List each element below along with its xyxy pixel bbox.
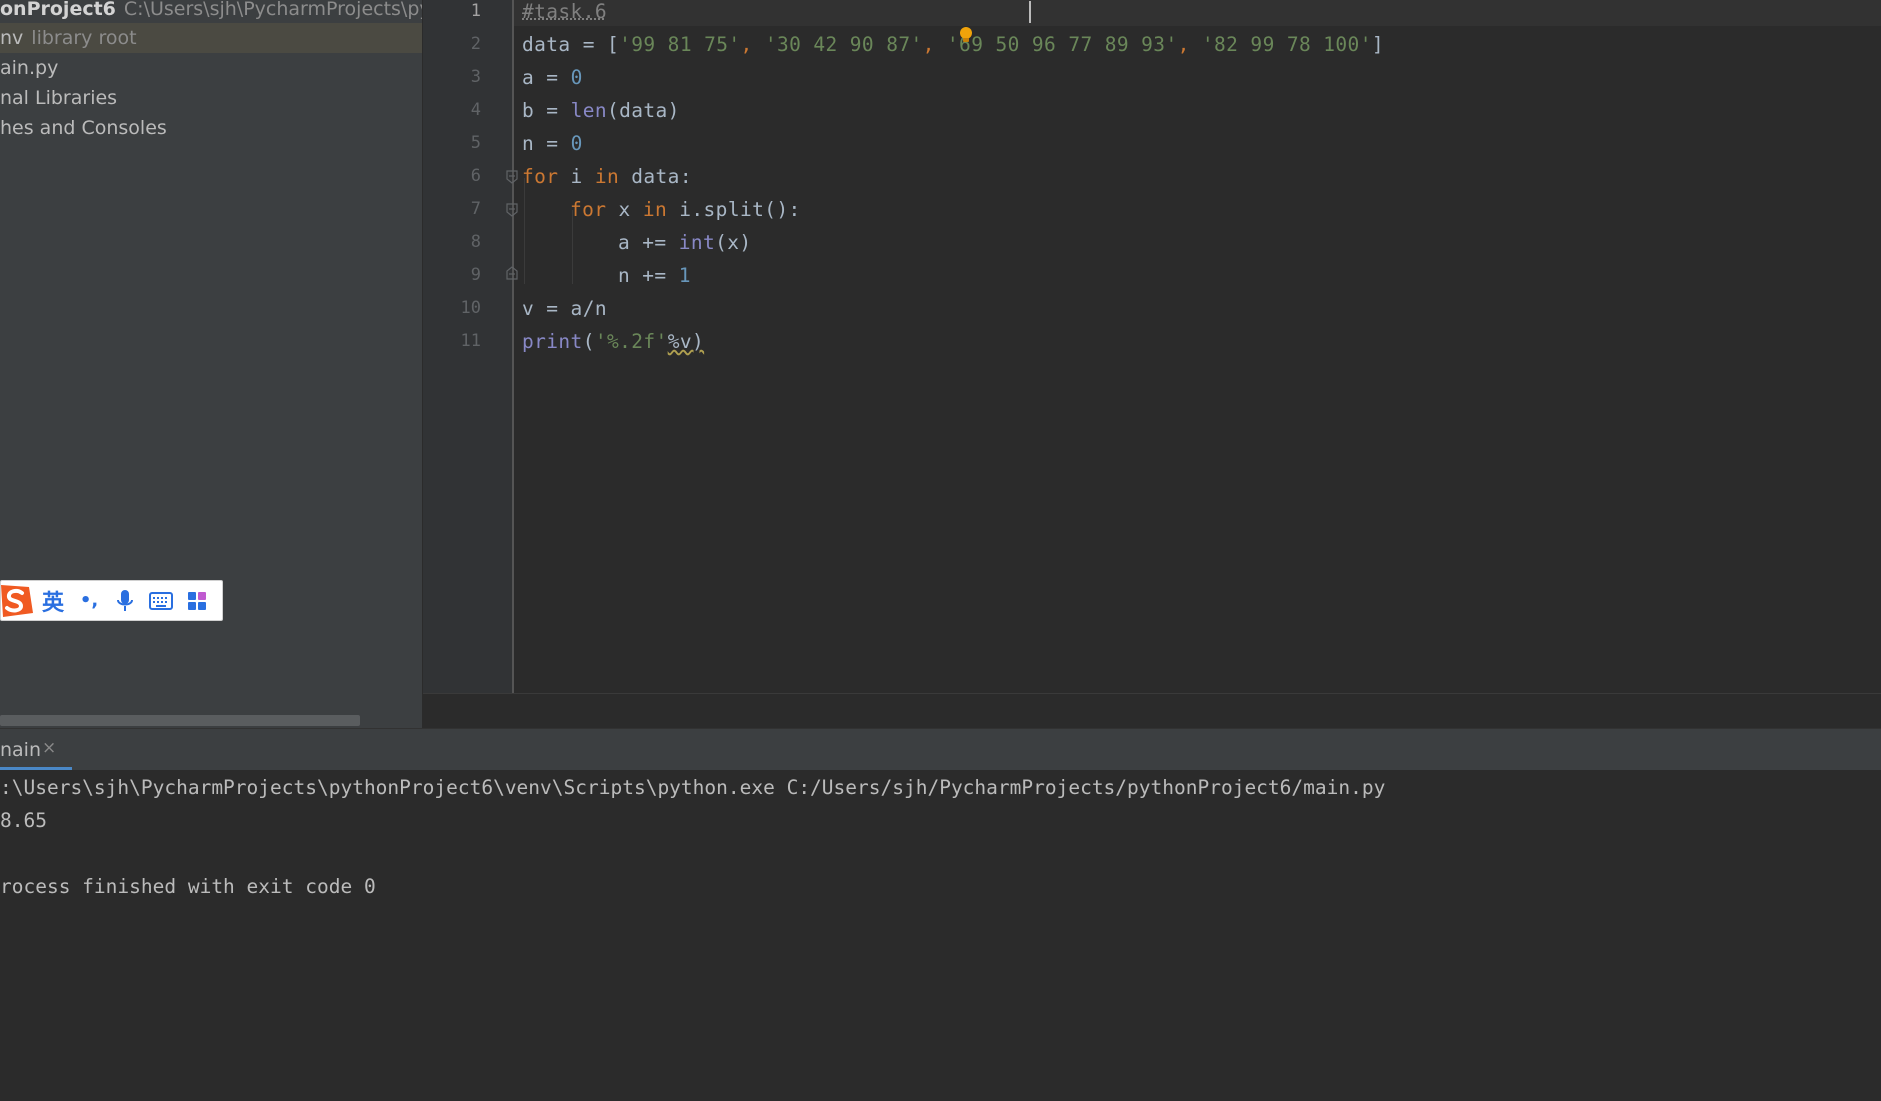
run-tab-main[interactable]: nain ×: [0, 729, 72, 771]
code-token: x: [606, 198, 643, 221]
keyword-token: for: [570, 198, 607, 221]
builtin-token: print: [522, 330, 583, 353]
keyword-token: in: [642, 198, 668, 221]
ime-language-toggle[interactable]: 英: [35, 581, 71, 621]
keyword-token: in: [594, 165, 620, 188]
venv-library-root-hint: library root: [31, 27, 137, 49]
project-panel: onProject6 C:\Users\sjh\PycharmProjects\p…: [0, 0, 422, 728]
line-number: 3: [470, 67, 481, 87]
builtin-token: len: [570, 99, 607, 122]
console-command-line: :\Users\sjh\PycharmProjects\pythonProjec…: [0, 776, 1386, 799]
string-token: '69 50 96 77 89 93': [946, 33, 1178, 56]
code-line-8[interactable]: a += int(x): [618, 231, 752, 254]
code-line-7[interactable]: for x in i.split():: [570, 198, 801, 221]
string-token: '30 42 90 87': [764, 33, 923, 56]
line-number: 10: [460, 298, 481, 318]
number-token: 1: [678, 264, 691, 287]
code-token: a +=: [618, 231, 679, 254]
tree-item-external-libraries[interactable]: nal Libraries: [0, 83, 422, 113]
code-token: (x): [715, 231, 752, 254]
code-token: (data): [606, 99, 680, 122]
comma-token: ,: [740, 33, 765, 56]
microphone-icon[interactable]: [107, 581, 143, 621]
run-console[interactable]: :\Users\sjh\PycharmProjects\pythonProjec…: [0, 770, 1881, 1101]
code-token: i: [558, 165, 595, 188]
string-token: '99 81 75': [619, 33, 741, 56]
line-number: 7: [470, 199, 481, 219]
keyboard-icon[interactable]: [143, 581, 179, 621]
fold-collapse-icon[interactable]: [506, 203, 518, 217]
code-token: a =: [522, 66, 571, 89]
string-token: '%.2f': [594, 330, 668, 353]
comma-token: ,: [922, 33, 947, 56]
line-number: 11: [460, 331, 481, 351]
code-line-6[interactable]: for i in data:: [522, 165, 692, 188]
project-root-path: C:\Users\sjh\PycharmProjects\pythonP: [123, 0, 422, 20]
line-number: 1: [470, 1, 481, 21]
tree-item-project-root[interactable]: onProject6 C:\Users\sjh\PycharmProjects\p…: [0, 0, 422, 24]
fold-collapse-icon[interactable]: [506, 170, 518, 184]
code-token: data = [: [522, 33, 620, 56]
toolbox-grid-icon[interactable]: [179, 581, 215, 621]
console-output-line: 8.65: [0, 809, 47, 832]
run-tab-label: nain: [0, 739, 42, 761]
tree-item-venv[interactable]: nv library root: [0, 23, 422, 53]
code-token: b =: [522, 99, 571, 122]
keyword-token: for: [522, 165, 559, 188]
code-token: n +=: [618, 264, 679, 287]
code-line-1[interactable]: #task.6: [522, 0, 607, 23]
project-root-name: onProject6: [0, 0, 116, 20]
code-line-5[interactable]: n = 0: [522, 132, 583, 155]
fold-end-icon[interactable]: [506, 266, 518, 280]
number-token: 0: [570, 66, 583, 89]
tree-item-scratches[interactable]: hes and Consoles: [0, 113, 422, 143]
line-number: 9: [470, 265, 481, 285]
line-number: 6: [470, 166, 481, 186]
tree-item-main-py[interactable]: ain.py: [0, 53, 422, 83]
code-line-9[interactable]: n += 1: [618, 264, 691, 287]
current-line-highlight: [514, 0, 1881, 26]
code-token: (: [582, 330, 595, 353]
code-token: v = a/n: [522, 297, 607, 320]
external-libraries-label: nal Libraries: [0, 87, 118, 109]
indent-guide: [524, 178, 525, 284]
run-tab-bar: nain ×: [0, 728, 1881, 771]
line-number: 2: [470, 34, 481, 54]
code-line-3[interactable]: a = 0: [522, 66, 583, 89]
code-line-4[interactable]: b = len(data): [522, 99, 680, 122]
main-py-label: ain.py: [0, 57, 59, 79]
line-number: 8: [470, 232, 481, 252]
text-caret: [1029, 1, 1031, 23]
code-editor[interactable]: 1 2 3 4 5 6 7 8 9 10 11 #task.6 data = […: [423, 0, 1881, 693]
comma-token: ,: [1177, 33, 1202, 56]
project-horizontal-scrollbar[interactable]: [0, 715, 360, 726]
venv-label: nv: [0, 27, 24, 49]
scratches-label: hes and Consoles: [0, 117, 167, 139]
code-token: ]: [1371, 33, 1384, 56]
ime-punctuation-toggle[interactable]: •,: [71, 581, 107, 621]
builtin-token: int: [678, 231, 716, 254]
code-token: data:: [619, 165, 692, 188]
line-number-gutter[interactable]: 1 2 3 4 5 6 7 8 9 10 11: [423, 0, 513, 693]
code-line-11[interactable]: print('%.2f'%v): [522, 330, 704, 353]
code-line-10[interactable]: v = a/n: [522, 297, 607, 320]
line-number: 4: [470, 100, 481, 120]
comment-token: #task.6: [522, 0, 607, 23]
code-line-2[interactable]: data = ['99 81 75', '30 42 90 87', '69 5…: [522, 33, 1384, 56]
number-token: 0: [570, 132, 583, 155]
string-token: '82 99 78 100': [1201, 33, 1372, 56]
code-token: i.split():: [667, 198, 801, 221]
code-token: %v): [667, 330, 705, 353]
close-icon[interactable]: ×: [42, 738, 56, 758]
editor-breadcrumb-strip: [423, 693, 1881, 728]
sogou-logo-icon[interactable]: [0, 581, 35, 621]
intention-bulb-icon[interactable]: [959, 27, 973, 43]
gutter-separator: [512, 0, 514, 693]
code-token: n =: [522, 132, 571, 155]
console-exit-line: rocess finished with exit code 0: [0, 875, 376, 898]
indent-guide: [572, 210, 573, 284]
ime-toolbar: 英 •,: [0, 580, 223, 621]
line-number: 5: [470, 133, 481, 153]
